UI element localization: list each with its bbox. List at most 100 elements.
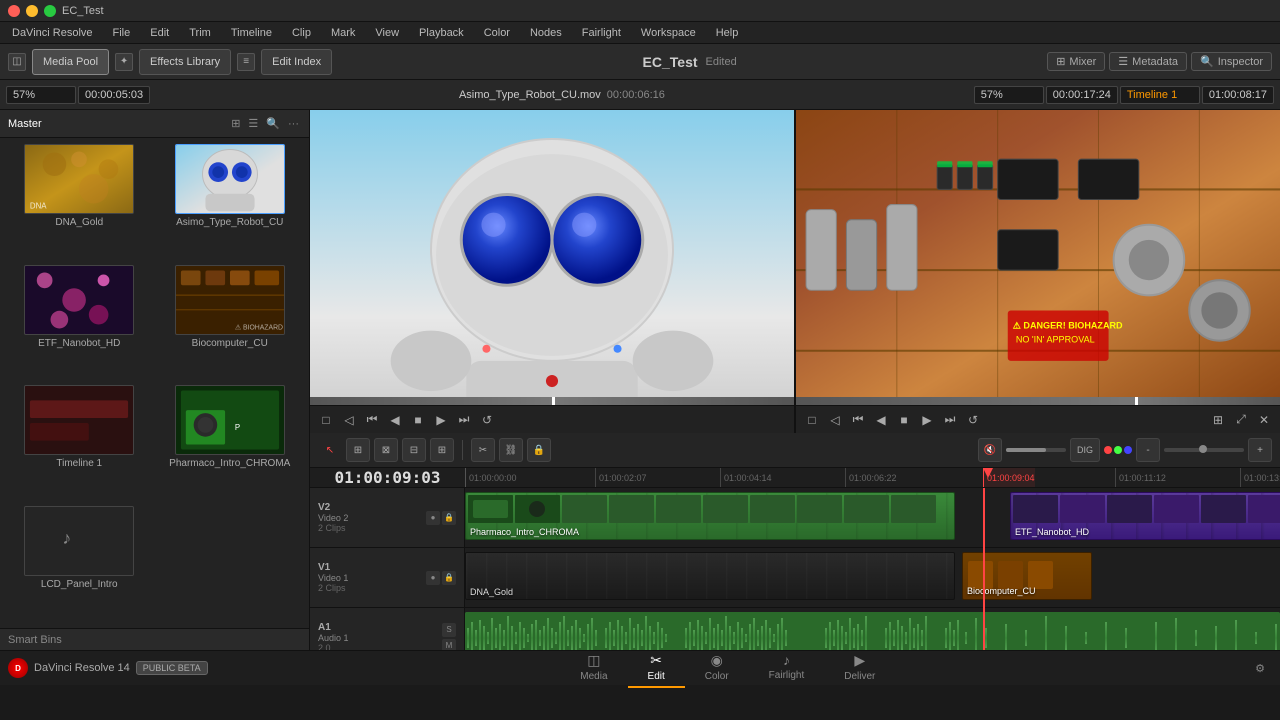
menu-trim[interactable]: Trim <box>185 25 215 41</box>
back-left[interactable]: ◀ <box>385 410 405 430</box>
menu-clip[interactable]: Clip <box>288 25 315 41</box>
tab-edit[interactable]: ✂ Edit <box>628 648 685 688</box>
media-item-timeline1[interactable]: Timeline 1 <box>6 385 153 502</box>
skip-back-left[interactable]: ⏮ <box>362 410 382 430</box>
audio-clip-expand: ▼ <box>1266 648 1276 650</box>
menu-workspace[interactable]: Workspace <box>637 25 700 41</box>
stop-left[interactable]: ■ <box>408 410 428 430</box>
prev-frame-left[interactable]: ◁ <box>339 410 359 430</box>
menu-nodes[interactable]: Nodes <box>526 25 566 41</box>
overwrite-tool[interactable]: ⊞ <box>430 438 454 462</box>
menu-view[interactable]: View <box>371 25 403 41</box>
fullscreen-right[interactable]: ⊞ <box>1208 410 1228 430</box>
preview-scrubber[interactable] <box>552 397 555 405</box>
close-preview[interactable]: ✕ <box>1254 410 1274 430</box>
mixer-button[interactable]: ⊞ Mixer <box>1047 52 1105 71</box>
menu-help[interactable]: Help <box>712 25 743 41</box>
media-item-pharmaco[interactable]: P Pharmaco_Intro_CHROMA <box>157 385 304 502</box>
tab-color[interactable]: ◉ Color <box>685 648 749 688</box>
minus-zoom[interactable]: - <box>1136 438 1160 462</box>
tab-fairlight[interactable]: ♪ Fairlight <box>749 648 825 688</box>
blade-tool[interactable]: ✂ <box>471 438 495 462</box>
loop-left[interactable]: ↺ <box>477 410 497 430</box>
menu-fairlight[interactable]: Fairlight <box>578 25 625 41</box>
lock-tool[interactable]: 🔒 <box>527 438 551 462</box>
clip-dna-v1[interactable]: DNA_Gold <box>465 552 955 600</box>
preview-right-progress[interactable] <box>796 397 1280 405</box>
color-switch[interactable]: DIG <box>1070 438 1100 462</box>
media-item-bio[interactable]: ⚠ BIOHAZARD Biocomputer_CU <box>157 265 304 382</box>
media-pool-icon: ◫ <box>8 53 26 71</box>
zoom-slider[interactable] <box>1164 448 1244 452</box>
menu-file[interactable]: File <box>109 25 135 41</box>
search-button[interactable]: 🔍 <box>264 115 282 132</box>
trim-tool[interactable]: ⊞ <box>346 438 370 462</box>
insert-tool[interactable]: ⊟ <box>402 438 426 462</box>
a1-mute[interactable]: M <box>442 639 456 651</box>
audio-clip-a1[interactable]: Pharmaco_Intro_CHROMA ▼ <box>465 612 1280 650</box>
svg-text:⚠ DANGER! BIOHAZARD: ⚠ DANGER! BIOHAZARD <box>1013 321 1123 331</box>
more-options-button[interactable]: ··· <box>286 115 301 132</box>
list-view-button[interactable]: ☰ <box>246 115 260 132</box>
media-item-robot[interactable]: Asimo_Type_Robot_CU <box>157 144 304 261</box>
v2-enable[interactable]: ● <box>426 511 440 525</box>
media-item-dna-gold[interactable]: DNA DNA_Gold <box>6 144 153 261</box>
close-btn[interactable] <box>8 5 20 17</box>
media-item-lcd[interactable]: ♪ LCD_Panel_Intro <box>6 506 153 623</box>
media-pool-button[interactable]: Media Pool <box>32 49 109 75</box>
menu-davinci[interactable]: DaVinci Resolve <box>8 25 97 41</box>
link-tool[interactable]: ⛓ <box>499 438 523 462</box>
settings-gear-button[interactable]: ⚙ <box>1248 656 1272 680</box>
menu-mark[interactable]: Mark <box>327 25 359 41</box>
skip-back-right[interactable]: ⏮ <box>848 410 868 430</box>
v2-lock[interactable]: 🔒 <box>442 511 456 525</box>
back-right[interactable]: ◀ <box>871 410 891 430</box>
timeline-label[interactable]: Timeline 1 <box>1120 86 1200 104</box>
center-panel: ⚠ DANGER! BIOHAZARD NO 'IN' APPROVAL <box>310 110 1280 650</box>
media-item-etf[interactable]: ETF_Nanobot_HD <box>6 265 153 382</box>
v1-enable[interactable]: ● <box>426 571 440 585</box>
metadata-button[interactable]: ☰ Metadata <box>1109 52 1187 71</box>
edit-index-button[interactable]: Edit Index <box>261 49 332 75</box>
maximize-btn[interactable] <box>44 5 56 17</box>
volume-slider[interactable] <box>1006 448 1066 452</box>
v1-lock[interactable]: 🔒 <box>442 571 456 585</box>
preview-progress-bar[interactable] <box>310 397 794 405</box>
a1-track-id: A1 <box>318 622 349 633</box>
selection-tool[interactable]: ↖ <box>318 438 342 462</box>
menu-timeline[interactable]: Timeline <box>227 25 276 41</box>
clip-bio-v1[interactable]: Biocomputer_CU <box>962 552 1092 600</box>
clip-name: Asimo_Type_Robot_CU.mov <box>459 89 601 101</box>
clip-etf-v2[interactable]: ETF_Nanobot_HD <box>1010 492 1280 540</box>
grid-view-button[interactable]: ⊞ <box>229 115 242 132</box>
title-bar-left: EC_Test <box>8 5 104 17</box>
prev-frame-right[interactable]: ◁ <box>825 410 845 430</box>
skip-fwd-right[interactable]: ⏭ <box>940 410 960 430</box>
menu-color[interactable]: Color <box>480 25 514 41</box>
mute-btn[interactable]: 🔇 <box>978 438 1002 462</box>
expand-right[interactable]: ⤢ <box>1231 410 1251 430</box>
tab-media[interactable]: ◫ Media <box>560 648 627 688</box>
stop-right[interactable]: ■ <box>894 410 914 430</box>
menu-playback[interactable]: Playback <box>415 25 468 41</box>
dynamic-trim[interactable]: ⊠ <box>374 438 398 462</box>
inspector-button[interactable]: 🔍 Inspector <box>1191 52 1272 71</box>
play-right[interactable]: ▶ <box>917 410 937 430</box>
tab-deliver[interactable]: ▶ Deliver <box>824 648 895 688</box>
menu-edit[interactable]: Edit <box>146 25 173 41</box>
minimize-btn[interactable] <box>26 5 38 17</box>
play-left[interactable]: ▶ <box>431 410 451 430</box>
skip-fwd-left[interactable]: ⏭ <box>454 410 474 430</box>
aspect-ratio-right[interactable]: □ <box>802 410 822 430</box>
preview-right-scrubber[interactable] <box>1135 397 1138 405</box>
loop-right[interactable]: ↺ <box>963 410 983 430</box>
plus-zoom[interactable]: + <box>1248 438 1272 462</box>
clip-pharmaco-v2[interactable]: Pharmaco_Intro_CHROMA <box>465 492 955 540</box>
clip-bio-v1-label: Biocomputer_CU <box>967 586 1036 596</box>
aspect-ratio-left[interactable]: □ <box>316 410 336 430</box>
effects-library-button[interactable]: Effects Library <box>139 49 231 75</box>
view-mode-left[interactable]: 57% <box>6 86 76 104</box>
smart-bins[interactable]: Smart Bins <box>0 628 309 650</box>
view-mode-right[interactable]: 57% <box>974 86 1044 104</box>
a1-solo[interactable]: S <box>442 623 456 637</box>
